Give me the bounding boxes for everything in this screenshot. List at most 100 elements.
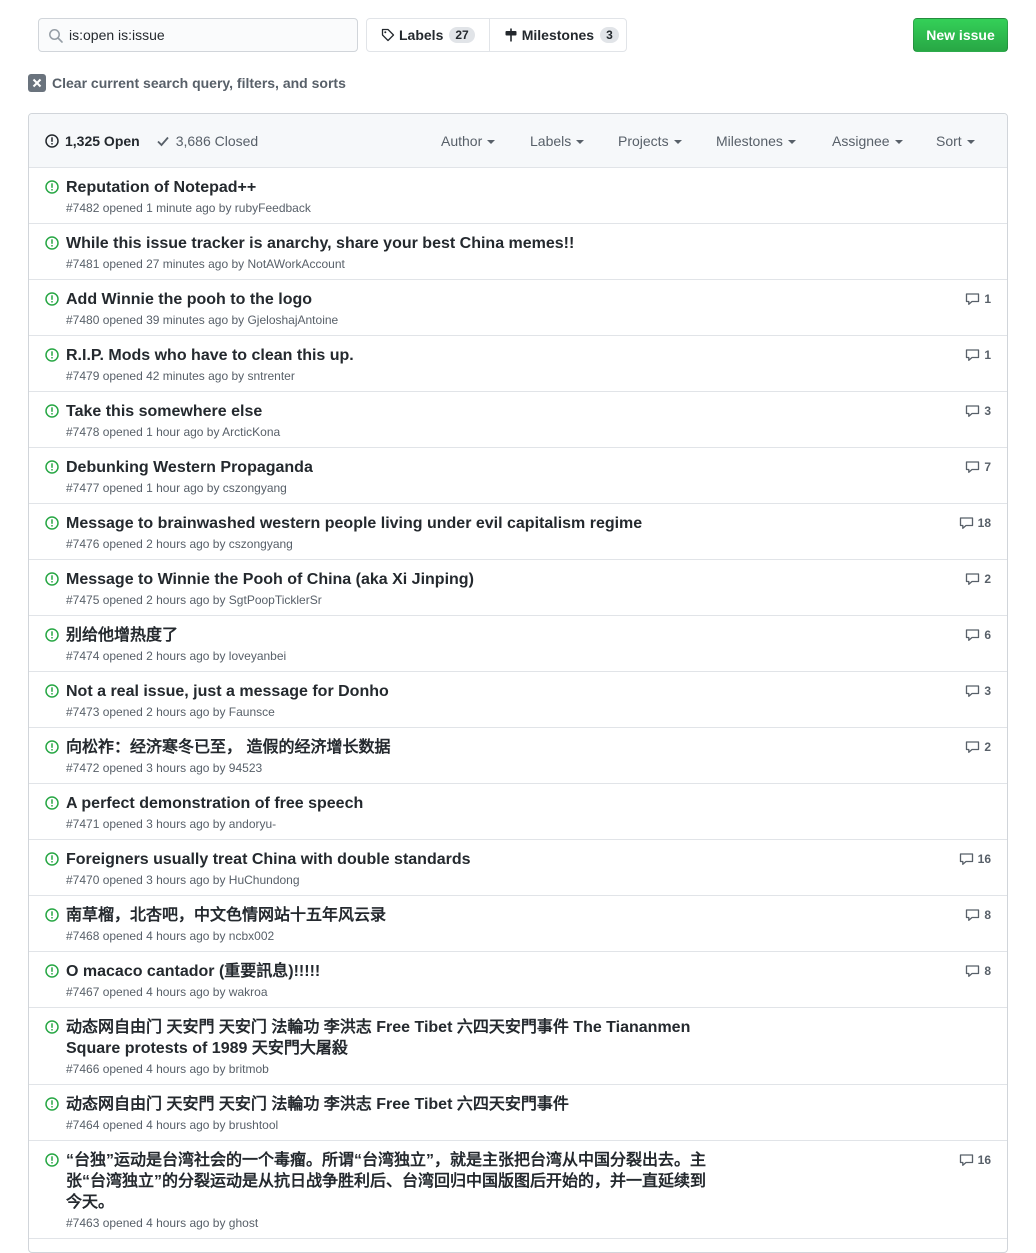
search-input[interactable]: is:open is:issue (38, 18, 358, 52)
issue-meta: #7471 opened 3 hours ago by andoryu- (66, 817, 277, 831)
issue-title[interactable]: Debunking Western Propaganda (66, 457, 706, 478)
issue-row[interactable]: Debunking Western Propaganda #7477 opened… (29, 448, 1007, 504)
issues-header: 1,325 Open 3,686 Closed Author Labels Pr… (29, 114, 1007, 168)
comment-count-link[interactable]: 8 (965, 964, 991, 978)
issue-title[interactable]: 别给他增热度了 (66, 625, 706, 646)
issue-rows: Reputation of Notepad++ #7482 opened 1 mi… (29, 168, 1007, 1239)
comment-count-link[interactable]: 1 (965, 348, 991, 362)
issue-opened-icon (45, 133, 59, 148)
issue-row[interactable]: 向松祚：经济寒冬已至， 造假的经济增长数据 #7472 opened 3 hour… (29, 728, 1007, 784)
issue-title[interactable]: Not a real issue, just a message for Don… (66, 681, 706, 702)
issue-title[interactable]: Message to brainwashed western people li… (66, 513, 706, 534)
issue-row[interactable]: 动态网自由门 天安門 天安门 法輪功 李洪志 Free Tibet 六四天安門事… (29, 1008, 1007, 1085)
labels-filter[interactable]: Labels (530, 114, 585, 168)
issue-title[interactable]: R.I.P. Mods who have to clean this up. (66, 345, 706, 366)
comment-icon (959, 853, 973, 865)
sort-filter-label: Sort (936, 133, 962, 149)
comment-count-link[interactable]: 2 (965, 740, 991, 754)
issue-meta: #7480 opened 39 minutes ago by Gjeloshaj… (66, 313, 339, 327)
issue-row[interactable]: Message to Winnie the Pooh of China (aka… (29, 560, 1007, 616)
assignee-filter[interactable]: Assignee (832, 114, 903, 168)
labels-milestones-nav: Labels 27 Milestones 3 (366, 18, 627, 52)
issue-title[interactable]: 向松祚：经济寒冬已至， 造假的经济增长数据 (66, 737, 706, 758)
issue-title[interactable]: 动态网自由门 天安門 天安门 法輪功 李洪志 Free Tibet 六四天安門事… (66, 1017, 706, 1059)
comment-icon (966, 741, 980, 753)
issue-row[interactable]: A perfect demonstration of free speech #7… (29, 784, 1007, 840)
comment-count-link[interactable]: 6 (965, 628, 991, 642)
issue-meta: #7472 opened 3 hours ago by 94523 (66, 761, 263, 775)
new-issue-button[interactable]: New issue (913, 18, 1008, 52)
issue-opened-icon (45, 1153, 59, 1167)
milestones-count: 3 (600, 27, 619, 43)
issue-title[interactable]: 动态网自由门 天安門 天安门 法輪功 李洪志 Free Tibet 六四天安門事… (66, 1094, 706, 1115)
comment-count: 8 (984, 908, 991, 922)
issue-meta: #7467 opened 4 hours ago by wakroa (66, 985, 268, 999)
milestones-filter[interactable]: Milestones (716, 114, 796, 168)
comment-count-link[interactable]: 18 (959, 516, 991, 530)
comment-icon (959, 1154, 973, 1166)
issue-row[interactable]: Reputation of Notepad++ #7482 opened 1 mi… (29, 168, 1007, 224)
issue-title[interactable]: Take this somewhere else (66, 401, 706, 422)
issue-title[interactable]: Message to Winnie the Pooh of China (aka… (66, 569, 706, 590)
issue-row[interactable]: R.I.P. Mods who have to clean this up. #7… (29, 336, 1007, 392)
issue-meta: #7468 opened 4 hours ago by ncbx002 (66, 929, 275, 943)
comment-count-link[interactable]: 16 (959, 1153, 991, 1167)
labels-link[interactable]: Labels 27 (367, 19, 489, 51)
issue-opened-icon (45, 572, 59, 586)
comment-count-link[interactable]: 16 (959, 852, 991, 866)
comment-count-link[interactable]: 3 (965, 404, 991, 418)
issue-title[interactable]: O macaco cantador (重要訊息)!!!!! (66, 961, 706, 982)
milestones-label: Milestones (521, 27, 595, 43)
comment-icon (959, 517, 973, 529)
issue-row[interactable]: 南草榴，北杏吧，中文色情网站十五年风云录 #7468 opened 4 hours… (29, 896, 1007, 952)
issue-row[interactable]: Foreigners usually treat China with doub… (29, 840, 1007, 896)
issue-row[interactable]: O macaco cantador (重要訊息)!!!!! #7467 opene… (29, 952, 1007, 1008)
comment-count: 16 (977, 1153, 991, 1167)
issue-opened-icon (45, 964, 59, 978)
clear-query-link[interactable]: Clear current search query, filters, and… (28, 73, 346, 93)
issue-title[interactable]: 南草榴，北杏吧，中文色情网站十五年风云录 (66, 905, 706, 926)
projects-filter[interactable]: Projects (618, 114, 682, 168)
issue-title[interactable]: A perfect demonstration of free speech (66, 793, 706, 814)
open-filter[interactable]: 1,325 Open (45, 133, 140, 149)
search-icon (49, 29, 63, 43)
issue-row[interactable]: Take this somewhere else #7478 opened 1 h… (29, 392, 1007, 448)
closed-filter[interactable]: 3,686 Closed (156, 133, 258, 149)
issues-list: 1,325 Open 3,686 Closed Author Labels Pr… (28, 113, 1008, 1253)
issue-opened-icon (45, 684, 59, 698)
issue-meta: #7470 opened 3 hours ago by HuChundong (66, 873, 300, 887)
issue-row[interactable]: Message to brainwashed western people li… (29, 504, 1007, 560)
comment-count: 18 (977, 516, 991, 530)
issue-meta: #7463 opened 4 hours ago by ghost (66, 1216, 259, 1230)
sort-filter[interactable]: Sort (936, 114, 975, 168)
issue-title[interactable]: “台独”运动是台湾社会的一个毒瘤。所谓“台湾独立”，就是主张把台湾从中国分裂出去… (66, 1150, 706, 1213)
issue-row[interactable]: “台独”运动是台湾社会的一个毒瘤。所谓“台湾独立”，就是主张把台湾从中国分裂出去… (29, 1141, 1007, 1239)
issue-title[interactable]: Foreigners usually treat China with doub… (66, 849, 706, 870)
milestones-link[interactable]: Milestones 3 (488, 19, 626, 51)
comment-count-link[interactable]: 1 (965, 292, 991, 306)
issue-meta: #7478 opened 1 hour ago by ArcticKona (66, 425, 281, 439)
issue-row[interactable]: While this issue tracker is anarchy, sha… (29, 224, 1007, 280)
open-count: 1,325 Open (65, 132, 140, 149)
issue-meta: #7481 opened 27 minutes ago by NotAWorkA… (66, 257, 345, 271)
issue-row[interactable]: 动态网自由门 天安門 天安门 法輪功 李洪志 Free Tibet 六四天安門事… (29, 1085, 1007, 1141)
comment-count-link[interactable]: 3 (965, 684, 991, 698)
author-filter[interactable]: Author (441, 114, 496, 168)
issue-row[interactable]: 别给他增热度了 #7474 opened 2 hours ago by lovey… (29, 616, 1007, 672)
labels-label: Labels (399, 27, 444, 43)
issue-title[interactable]: Reputation of Notepad++ (66, 177, 706, 198)
comment-count-link[interactable]: 8 (965, 908, 991, 922)
comment-count-link[interactable]: 2 (965, 572, 991, 586)
assignee-filter-label: Assignee (832, 133, 890, 149)
issue-meta: #7479 opened 42 minutes ago by sntrenter (66, 369, 295, 383)
comment-count: 2 (984, 572, 991, 586)
comment-count: 2 (984, 740, 991, 754)
comment-count-link[interactable]: 7 (965, 460, 991, 474)
issue-row[interactable]: Not a real issue, just a message for Don… (29, 672, 1007, 728)
comment-count: 3 (984, 684, 991, 698)
issue-row[interactable]: Add Winnie the pooh to the logo #7480 ope… (29, 280, 1007, 336)
issue-title[interactable]: Add Winnie the pooh to the logo (66, 289, 706, 310)
issue-title[interactable]: While this issue tracker is anarchy, sha… (66, 233, 706, 254)
issue-meta: #7477 opened 1 hour ago by cszongyang (66, 481, 287, 495)
issue-meta: #7464 opened 4 hours ago by brushtool (66, 1118, 279, 1132)
